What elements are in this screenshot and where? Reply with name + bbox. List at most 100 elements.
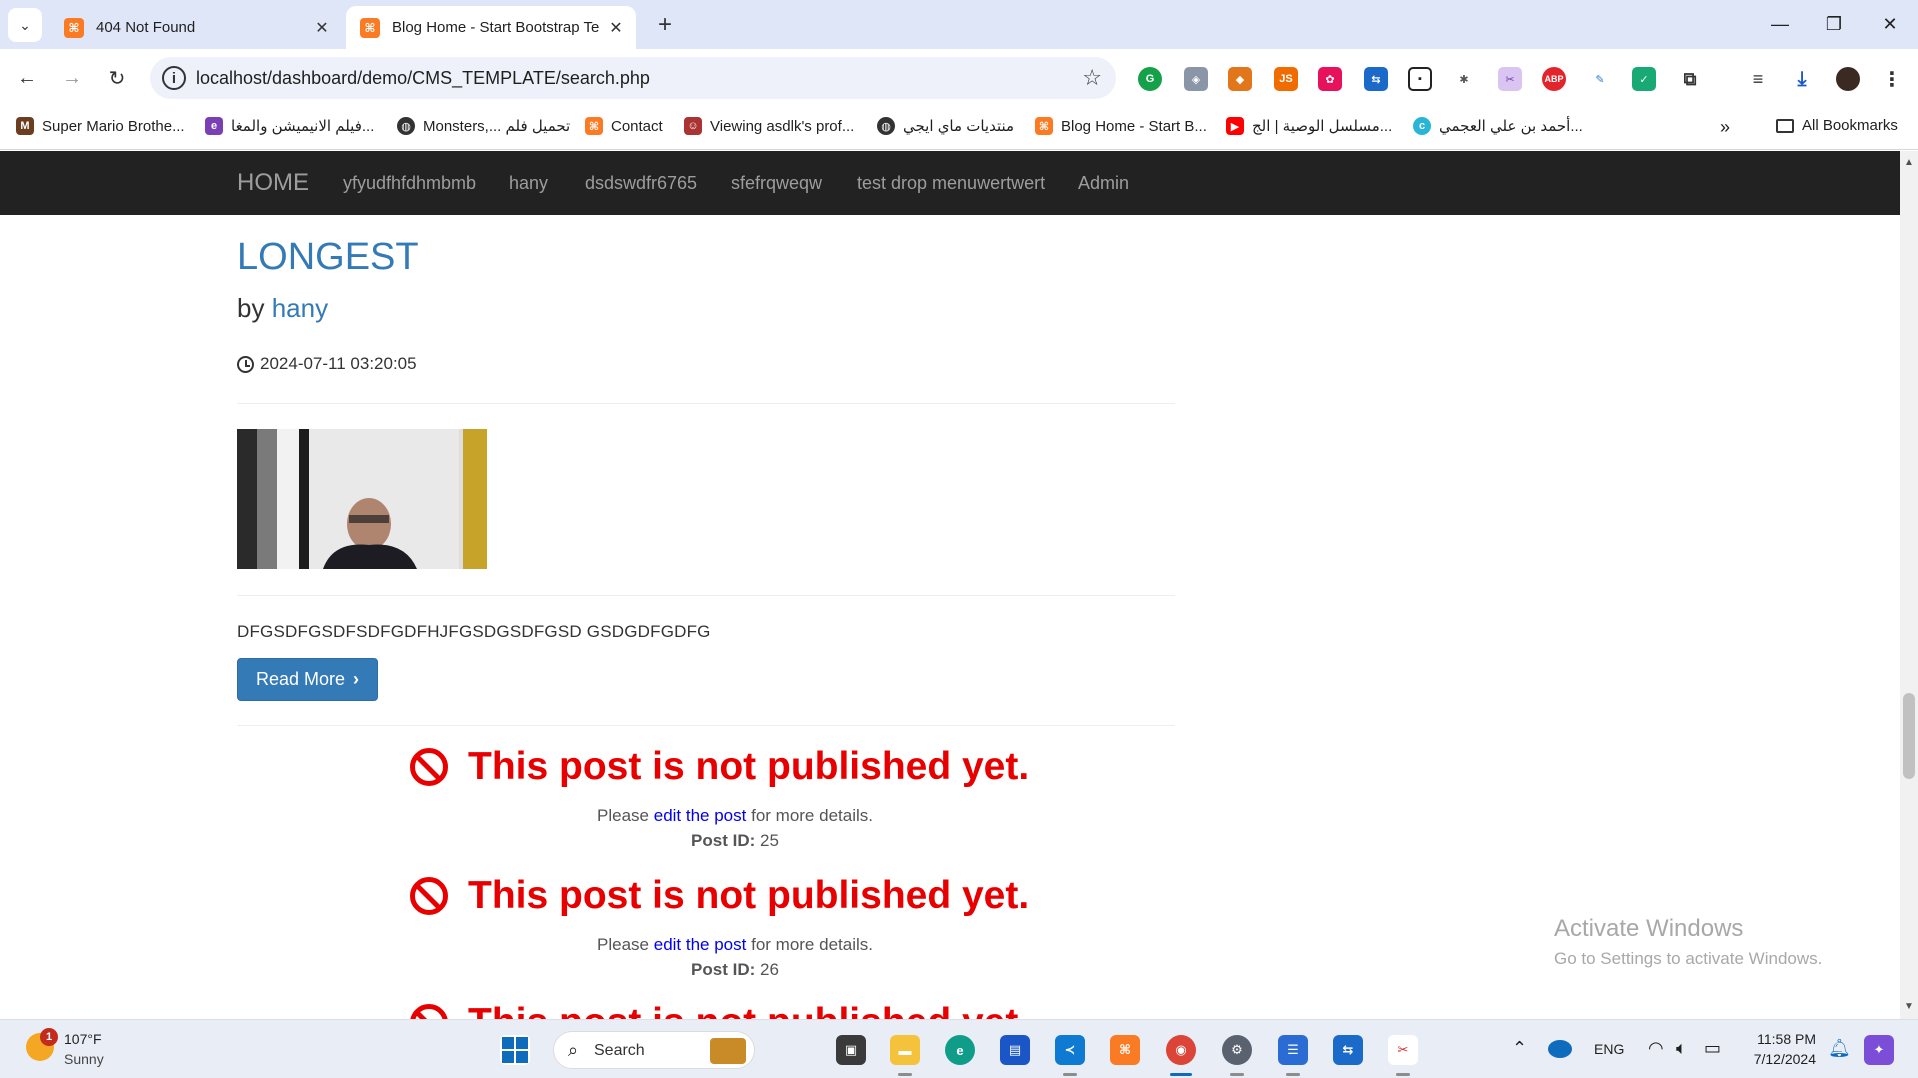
settings-gear-icon[interactable]: ⚙ xyxy=(1222,1035,1252,1065)
youtube-icon: ▶ xyxy=(1226,117,1244,135)
notepad-icon[interactable]: ☰ xyxy=(1278,1035,1308,1065)
read-more-button[interactable]: Read More › xyxy=(237,658,378,701)
volume-icon[interactable]: 🔈︎ xyxy=(1676,1038,1687,1059)
profile-avatar[interactable] xyxy=(1836,67,1860,91)
close-icon[interactable]: ✕ xyxy=(310,16,334,40)
store-icon[interactable]: ▤ xyxy=(1000,1035,1030,1065)
taskbar-search[interactable]: ⌕ Search xyxy=(553,1031,755,1069)
feather-icon[interactable]: ✎ xyxy=(1588,67,1612,91)
nav-link[interactable]: Admin xyxy=(1078,173,1129,194)
js-extension-icon[interactable]: JS xyxy=(1274,67,1298,91)
weather-temp: 107°F xyxy=(64,1031,102,1047)
language-indicator[interactable]: ENG xyxy=(1594,1041,1624,1057)
vscode-icon[interactable]: ≺ xyxy=(1055,1035,1085,1065)
adblock-icon[interactable]: ABP xyxy=(1542,67,1566,91)
active-indicator xyxy=(898,1073,912,1076)
reload-button[interactable]: ↻ xyxy=(100,61,134,95)
snipping-tool-icon[interactable]: ✂ xyxy=(1388,1035,1418,1065)
remote-desktop-icon[interactable]: ⇆ xyxy=(1333,1035,1363,1065)
edit-post-link[interactable]: edit the post xyxy=(654,935,747,954)
post-title[interactable]: LONGEST xyxy=(237,236,419,279)
divider xyxy=(237,595,1175,596)
chevron-up-icon[interactable]: ⌃ xyxy=(1512,1038,1527,1059)
minimize-button[interactable]: — xyxy=(1760,8,1800,40)
task-view-icon[interactable]: ▣ xyxy=(836,1035,866,1065)
battery-icon[interactable]: ▭ xyxy=(1704,1038,1721,1059)
reading-list-icon[interactable]: ≡ xyxy=(1746,67,1770,91)
bookmark-item[interactable]: ◍ منتديات ماي ايجي xyxy=(877,117,1014,135)
edit-post-link[interactable]: edit the post xyxy=(654,806,747,825)
copilot-icon[interactable]: ✦ xyxy=(1864,1035,1894,1065)
unpublished-message: This post is not published yet. xyxy=(468,745,1030,788)
close-icon: ✕ xyxy=(1882,13,1898,34)
browser-tab-404[interactable]: ⌘ 404 Not Found ✕ xyxy=(50,6,342,49)
metamask-icon[interactable]: ◆ xyxy=(1228,67,1252,91)
more-bookmarks-button[interactable]: » xyxy=(1720,117,1730,138)
clock-date[interactable]: 7/12/2024 xyxy=(1746,1051,1816,1067)
shield-check-icon[interactable]: ✓ xyxy=(1632,67,1656,91)
file-explorer-icon[interactable]: ▬ xyxy=(890,1035,920,1065)
new-tab-button[interactable]: + xyxy=(650,10,680,40)
scrollbar-thumb[interactable] xyxy=(1903,693,1915,779)
scroll-up-arrow-icon[interactable]: ▲ xyxy=(1904,157,1914,168)
page-scrollbar[interactable]: ▲ ▼ xyxy=(1900,151,1918,1019)
edge-icon[interactable]: e xyxy=(945,1035,975,1065)
nav-link[interactable]: yfyudfhfdhmbmb xyxy=(343,173,476,194)
download-icon[interactable]: ⤓ xyxy=(1790,67,1814,91)
all-bookmarks-button[interactable]: All Bookmarks xyxy=(1776,117,1898,134)
bug-icon[interactable]: ✱ xyxy=(1452,67,1476,91)
arrow-right-icon: → xyxy=(62,66,82,89)
tab-search-button[interactable]: ⌄ xyxy=(8,8,42,42)
extensions-puzzle-icon[interactable]: ⧉ xyxy=(1678,67,1702,91)
grammarly-icon[interactable]: G xyxy=(1138,67,1162,91)
bookmark-label: Blog Home - Start B... xyxy=(1061,117,1207,135)
reload-icon: ↻ xyxy=(108,67,126,90)
nav-link[interactable]: hany xyxy=(509,173,548,194)
briefcase-icon xyxy=(710,1038,746,1064)
address-bar[interactable]: i localhost/dashboard/demo/CMS_TEMPLATE/… xyxy=(150,57,1116,99)
divider xyxy=(237,403,1175,404)
chrome-icon[interactable]: ◉ xyxy=(1166,1035,1196,1065)
nav-link[interactable]: dsdswdfr6765 xyxy=(585,173,697,194)
bookmark-item[interactable]: ▶ مسلسل الوصية | الج... xyxy=(1226,117,1392,135)
picture-in-picture-icon[interactable]: ▪ xyxy=(1408,67,1432,91)
close-window-button[interactable]: ✕ xyxy=(1870,8,1910,40)
back-button[interactable]: ← xyxy=(10,61,44,95)
site-info-icon[interactable]: i xyxy=(162,66,186,90)
restore-button[interactable]: ❐ xyxy=(1814,8,1854,40)
navbar-brand[interactable]: HOME xyxy=(237,169,309,197)
post-id-label: Post ID: xyxy=(691,831,756,850)
nav-link[interactable]: test drop menuwertwert xyxy=(857,173,1045,194)
bookmark-star-icon[interactable]: ☆ xyxy=(1082,65,1102,91)
bookmark-item[interactable]: ⌘ Contact xyxy=(585,117,663,135)
shield-icon[interactable]: ◈ xyxy=(1184,67,1208,91)
nav-link[interactable]: sfefrqweqw xyxy=(731,173,822,194)
close-icon[interactable]: ✕ xyxy=(604,16,628,40)
menu-kebab-icon[interactable]: ⋮ xyxy=(1880,67,1904,91)
bookmark-item[interactable]: e فيلم الانيميشن والمغا... xyxy=(205,117,374,135)
bookmark-label: منتديات ماي ايجي xyxy=(903,118,1015,135)
browser-tab-blog-home[interactable]: ⌘ Blog Home - Start Bootstrap Te ✕ xyxy=(346,6,636,49)
onedrive-cloud-icon[interactable] xyxy=(1548,1040,1572,1058)
ban-icon xyxy=(410,748,448,786)
mario-icon: M xyxy=(16,117,34,135)
clock-time[interactable]: 11:58 PM xyxy=(1752,1031,1816,1047)
details-text: for more details. xyxy=(751,935,873,954)
bookmark-item[interactable]: ☺ Viewing asdlk's prof... xyxy=(684,117,854,135)
windows-start-icon[interactable] xyxy=(500,1035,530,1065)
bookmark-item[interactable]: ⌘ Blog Home - Start B... xyxy=(1035,117,1207,135)
extension-icon[interactable]: ✂ xyxy=(1498,67,1522,91)
author-link[interactable]: hany xyxy=(272,293,328,323)
bookmark-item[interactable]: c أحمد بن علي العجمي... xyxy=(1413,117,1583,135)
forward-button[interactable]: → xyxy=(55,61,89,95)
bell-icon[interactable]: 🔔︎ xyxy=(1828,1038,1851,1059)
bookmark-item[interactable]: ◍ Monsters,... تحميل فلم xyxy=(397,117,570,135)
xampp-icon[interactable]: ⌘ xyxy=(1110,1035,1140,1065)
wifi-icon[interactable]: ◠ xyxy=(1648,1038,1664,1059)
bookmark-item[interactable]: M Super Mario Brothe... xyxy=(16,117,185,135)
scroll-down-arrow-icon[interactable]: ▼ xyxy=(1904,1001,1914,1012)
divider xyxy=(237,725,1175,726)
extension-icon[interactable]: ✿ xyxy=(1318,67,1342,91)
screen-share-icon[interactable]: ⇆ xyxy=(1364,67,1388,91)
weather-desc: Sunny xyxy=(64,1051,104,1067)
